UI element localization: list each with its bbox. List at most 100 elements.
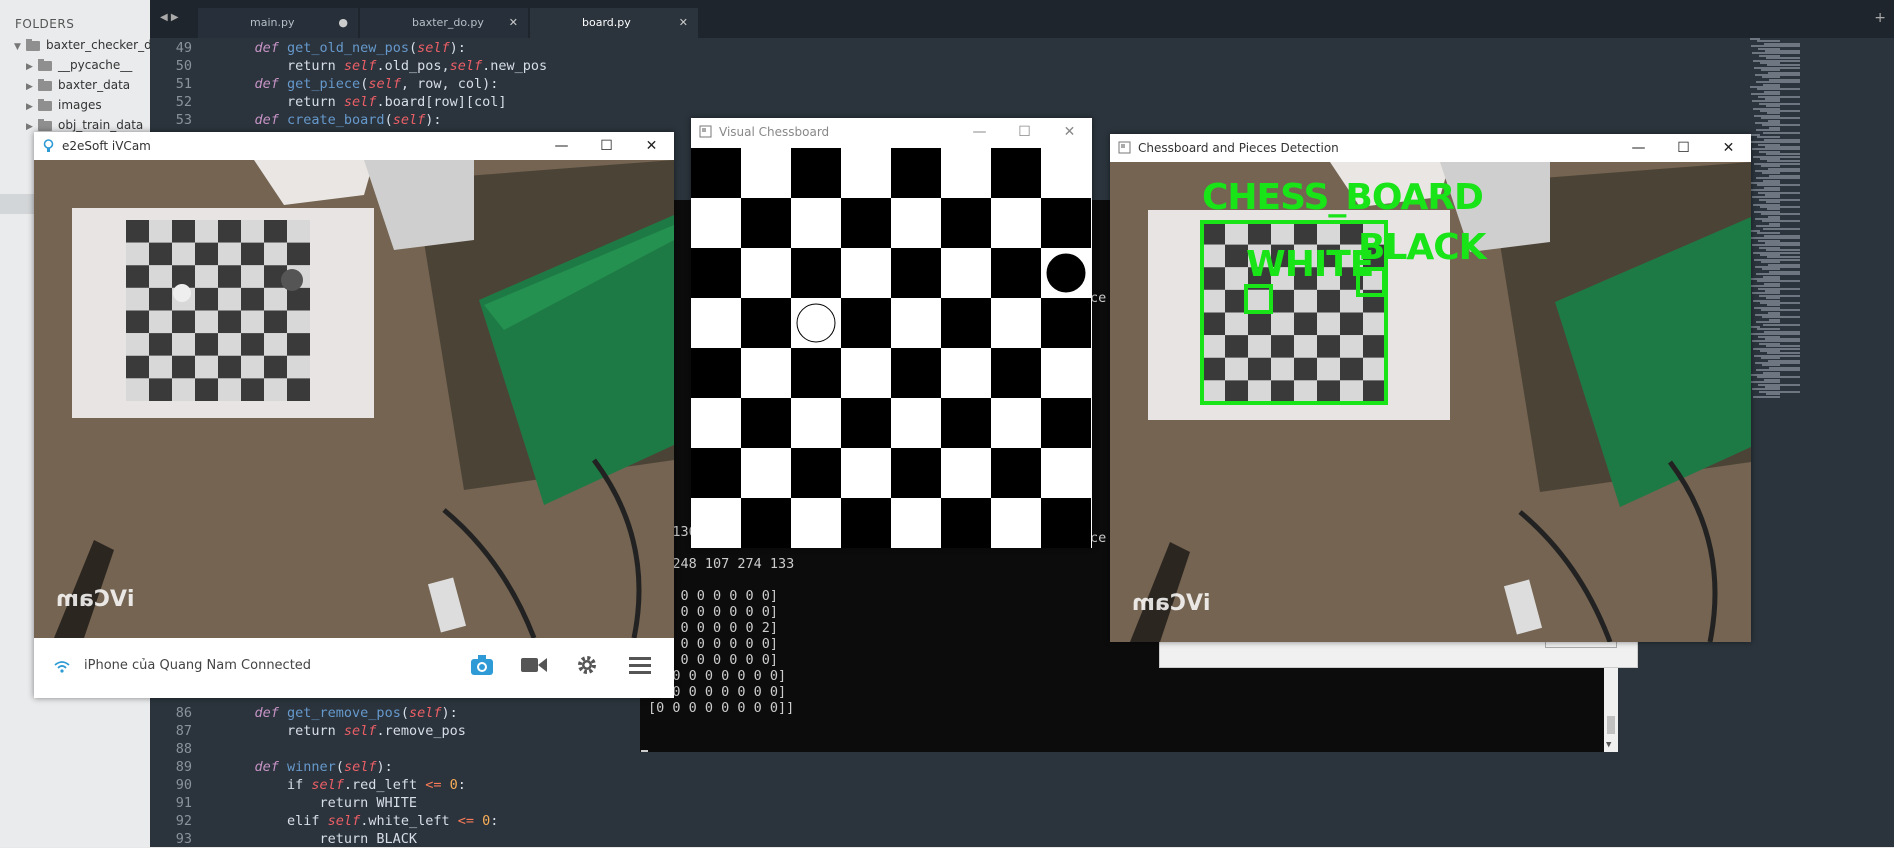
add-tab-icon[interactable]: +	[1874, 10, 1886, 26]
tree-item-label: obj_train_data	[58, 118, 144, 132]
close-icon[interactable]: ✕	[679, 8, 688, 38]
board-square	[841, 148, 891, 198]
camera-square	[195, 220, 218, 243]
camera-square	[241, 355, 264, 379]
expand-right-icon[interactable]: ▶	[26, 98, 38, 116]
code-line[interactable]: 91 return WHITE	[150, 794, 417, 812]
camera-square	[218, 220, 241, 243]
tree-item-root[interactable]: ▼ baxter_checker_dat	[14, 36, 164, 54]
minimap-line	[1763, 227, 1800, 230]
camera-square	[149, 265, 172, 288]
code-token: return	[222, 723, 344, 739]
gear-icon[interactable]	[576, 654, 598, 676]
code-token: self	[368, 76, 401, 92]
maximize-icon[interactable]: ☐	[1661, 134, 1706, 162]
camera-square	[1317, 380, 1340, 403]
minimap-line	[1753, 395, 1780, 398]
maximize-icon[interactable]: ☐	[1002, 118, 1047, 146]
scroll-down-icon[interactable]: ▼	[1606, 740, 1611, 750]
maximize-icon[interactable]: ☐	[584, 132, 629, 160]
camera-square	[264, 287, 287, 311]
tab-baxter-do-py[interactable]: baxter_do.py ✕	[360, 8, 528, 38]
wifi-icon	[54, 661, 70, 673]
camera-square	[1294, 289, 1317, 313]
camera-square	[218, 265, 241, 288]
tree-item-baxter-data[interactable]: ▶ baxter_data	[26, 76, 130, 94]
code-line[interactable]: 50 return self.old_pos,self.new_pos	[150, 57, 547, 75]
scroll-thumb[interactable]	[1607, 716, 1615, 734]
camera-square	[264, 242, 287, 266]
menu-icon[interactable]	[629, 656, 651, 674]
close-icon[interactable]: ✕	[1706, 134, 1751, 162]
tab-nav-arrows-icon[interactable]: ◀ ▶	[160, 12, 179, 23]
code-line[interactable]: 86 def get_remove_pos(self):	[150, 704, 458, 722]
camera-square	[218, 378, 241, 401]
code-line[interactable]: 92 elif self.white_left <= 0:	[150, 812, 499, 830]
code-line[interactable]: 87 return self.remove_pos	[150, 722, 466, 740]
ivcam-app-icon	[43, 139, 54, 152]
board-square	[1041, 148, 1091, 198]
board-square	[791, 498, 841, 548]
camera-square	[241, 378, 264, 401]
white-piece	[173, 284, 191, 302]
tab-board-py[interactable]: board.py ✕	[530, 8, 698, 38]
code-token: elif	[222, 813, 328, 829]
visual-titlebar[interactable]: Visual Chessboard — ☐ ✕	[691, 118, 1092, 146]
board-square	[741, 198, 791, 248]
camera-square	[149, 220, 172, 243]
expand-right-icon[interactable]: ▶	[26, 78, 38, 96]
tree-item-pycache[interactable]: ▶ __pycache__	[26, 56, 132, 74]
camera-snapshot-icon[interactable]	[470, 654, 494, 676]
code-token: def	[254, 759, 288, 775]
code-line[interactable]: 88	[150, 740, 222, 758]
board-square	[841, 498, 891, 548]
camera-square	[195, 355, 218, 379]
code-token: <=	[425, 777, 442, 793]
minimap[interactable]	[1750, 38, 1870, 398]
code-line[interactable]: 90 if self.red_left <= 0:	[150, 776, 466, 794]
code-line[interactable]: 49 def get_old_new_pos(self):	[150, 39, 466, 57]
close-icon[interactable]: ✕	[1047, 118, 1092, 146]
camera-square	[1340, 335, 1363, 358]
camera-square	[1248, 289, 1271, 313]
close-icon[interactable]: ✕	[629, 132, 674, 160]
camera-square	[1202, 380, 1225, 403]
code-token: def	[254, 112, 288, 128]
ivcam-window[interactable]: e2eSoft iVCam — ☐ ✕ iVCam iPhone của Qua…	[34, 132, 674, 698]
camera-square	[241, 310, 264, 334]
close-icon[interactable]: ✕	[509, 8, 518, 38]
video-record-icon[interactable]	[521, 656, 547, 674]
line-number: 90	[175, 777, 192, 793]
folder-icon	[38, 58, 52, 71]
code-token: (	[408, 40, 418, 56]
unsaved-dot-icon[interactable]: ●	[338, 8, 348, 38]
expand-down-icon[interactable]: ▼	[14, 38, 26, 56]
minimap-line	[1760, 206, 1800, 208]
tab-main-py[interactable]: main.py ●	[198, 8, 358, 38]
expand-right-icon[interactable]: ▶	[26, 58, 38, 76]
ivcam-titlebar[interactable]: e2eSoft iVCam — ☐ ✕	[34, 132, 674, 160]
board-square	[691, 198, 741, 248]
code-line[interactable]: 53 def create_board(self):	[150, 111, 442, 129]
camera-square	[195, 242, 218, 266]
minimize-icon[interactable]: —	[539, 132, 584, 160]
board-square	[791, 448, 841, 498]
tree-item-images[interactable]: ▶ images	[26, 96, 102, 114]
code-line[interactable]: 51 def get_piece(self, row, col):	[150, 75, 499, 93]
detection-window[interactable]: Chessboard and Pieces Detection — ☐ ✕ CH…	[1110, 134, 1751, 642]
code-line[interactable]: 89 def winner(self):	[150, 758, 393, 776]
code-token: if	[222, 777, 312, 793]
code-token: def	[254, 705, 288, 721]
window-title: e2eSoft iVCam	[62, 139, 151, 153]
visual-chessboard-window[interactable]: Visual Chessboard — ☐ ✕	[691, 118, 1092, 548]
code-token: return	[222, 94, 344, 110]
minimize-icon[interactable]: —	[957, 118, 1002, 146]
minimize-icon[interactable]: —	[1616, 134, 1661, 162]
board-square	[891, 448, 941, 498]
detection-titlebar[interactable]: Chessboard and Pieces Detection — ☐ ✕	[1110, 134, 1751, 162]
code-line[interactable]: 93 return BLACK	[150, 830, 417, 848]
code-line[interactable]: 52 return self.board[row][col]	[150, 93, 507, 111]
board-square	[941, 348, 991, 398]
camera-square	[218, 287, 241, 311]
